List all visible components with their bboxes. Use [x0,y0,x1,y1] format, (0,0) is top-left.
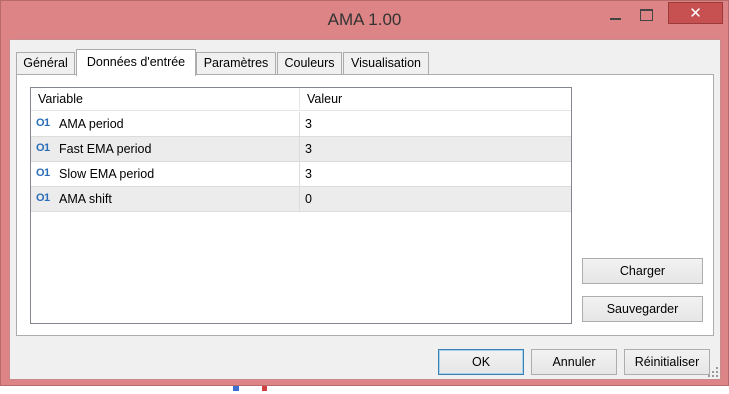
cell-divider [299,137,300,161]
integer-type-icon: O1 [36,117,50,129]
dialog-window: AMA 1.00 ✕ Général Données d'entrée Para… [0,0,729,386]
background-chart-mark [262,386,267,391]
resize-grip-icon[interactable] [708,367,718,377]
save-button[interactable]: Sauvegarder [582,296,703,322]
tab-label: Données d'entrée [86,55,186,69]
table-header: Variable Valeur [31,88,571,111]
reset-button[interactable]: Réinitialiser [624,349,710,375]
cell-divider [299,112,300,136]
maximize-icon [640,9,653,21]
tab-general[interactable]: Général [16,52,75,74]
integer-type-icon: O1 [36,192,50,204]
integer-type-icon: O1 [36,167,50,179]
integer-type-icon: O1 [36,142,50,154]
minimize-button[interactable] [603,1,629,31]
tab-colors[interactable]: Couleurs [277,52,342,74]
table-row[interactable]: O1 AMA period 3 [31,112,571,137]
tab-parameters[interactable]: Paramètres [196,52,276,74]
tab-label: Général [23,56,68,70]
table-row[interactable]: O1 AMA shift 0 [31,187,571,212]
inputs-table: Variable Valeur O1 AMA period 3 O1 Fast … [30,87,572,324]
cell-divider [299,187,300,211]
tab-panel-input-data: Variable Valeur O1 AMA period 3 O1 Fast … [16,74,714,336]
variable-name: AMA period [59,117,124,131]
background-chart-mark [233,386,239,391]
variable-value[interactable]: 3 [305,112,312,136]
tab-input-data[interactable]: Données d'entrée [76,49,196,76]
close-icon: ✕ [689,5,702,22]
ok-button[interactable]: OK [438,349,524,375]
dialog-client-area: Général Données d'entrée Paramètres Coul… [9,39,721,380]
cell-divider [299,162,300,186]
variable-name: AMA shift [59,192,112,206]
close-button[interactable]: ✕ [668,2,723,24]
tab-label: Visualisation [351,56,421,70]
variable-name: Fast EMA period [59,142,152,156]
tab-label: Couleurs [284,56,335,70]
variable-name: Slow EMA period [59,167,155,181]
variable-value[interactable]: 0 [305,187,312,211]
variable-value[interactable]: 3 [305,162,312,186]
tab-visualisation[interactable]: Visualisation [343,52,429,74]
table-row[interactable]: O1 Slow EMA period 3 [31,162,571,187]
column-divider[interactable] [299,88,300,110]
maximize-button[interactable] [633,1,660,31]
column-header-value[interactable]: Valeur [307,88,342,110]
load-button[interactable]: Charger [582,258,703,284]
variable-value[interactable]: 3 [305,137,312,161]
minimize-icon [610,18,621,20]
background-chart-strip [0,386,729,394]
cancel-button[interactable]: Annuler [531,349,617,375]
tab-label: Paramètres [203,56,269,70]
title-bar[interactable]: AMA 1.00 ✕ [1,1,728,39]
column-header-variable[interactable]: Variable [38,88,83,110]
table-row[interactable]: O1 Fast EMA period 3 [31,137,571,162]
